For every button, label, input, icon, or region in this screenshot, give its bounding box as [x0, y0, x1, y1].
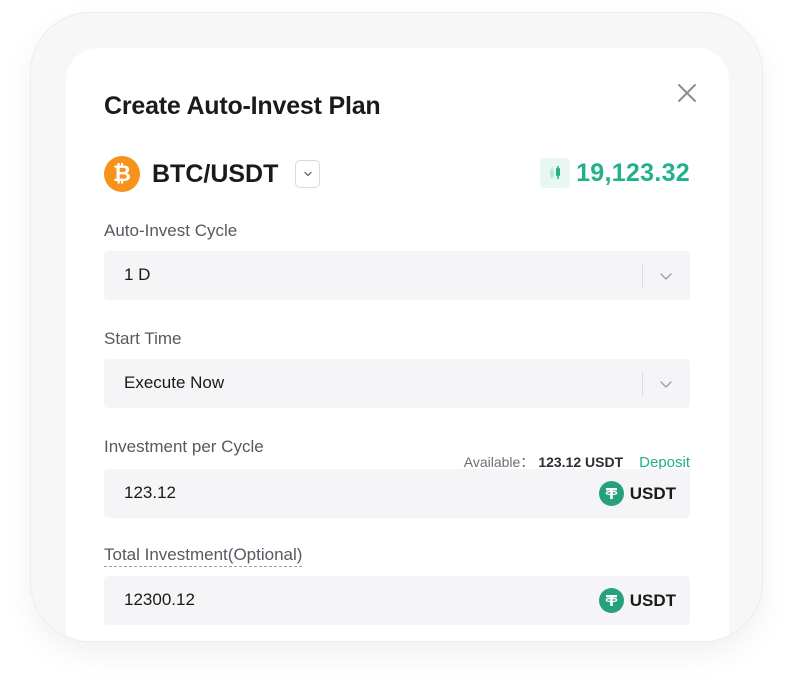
chevron-down-icon[interactable]: [658, 376, 674, 392]
price-display: 19,123.32: [540, 158, 690, 188]
start-time-label: Start Time: [104, 329, 182, 348]
total-investment-label-text: Total Investment(Optional): [104, 545, 303, 567]
pair-dropdown-button[interactable]: [295, 160, 320, 188]
auto-invest-modal: Create Auto-Invest Plan ₿ BTC/USDT 19,12…: [66, 48, 729, 641]
currency-unit: USDT: [598, 588, 676, 613]
cycle-label: Auto-Invest Cycle: [104, 221, 238, 240]
trading-pair-row: ₿ BTC/USDT 19,123.32: [104, 154, 690, 194]
total-investment-input[interactable]: 12300.12 USDT: [104, 576, 690, 625]
total-investment-value: 12300.12: [124, 590, 195, 609]
bitcoin-symbol: ₿: [113, 162, 131, 187]
currency-label: USDT: [629, 590, 676, 610]
field-divider: [642, 372, 643, 396]
investment-input[interactable]: 123.12 USDT: [104, 469, 690, 518]
close-icon[interactable]: [676, 82, 698, 104]
device-frame: Create Auto-Invest Plan ₿ BTC/USDT 19,12…: [30, 12, 763, 642]
tether-icon: [598, 588, 624, 613]
bitcoin-icon: ₿: [104, 156, 140, 192]
deposit-link[interactable]: Deposit: [639, 454, 690, 471]
total-investment-label: Total Investment(Optional): [104, 545, 303, 567]
chevron-down-icon: [303, 171, 312, 177]
candlestick-icon: [540, 158, 571, 188]
start-time-select[interactable]: Execute Now: [104, 359, 690, 408]
investment-label: Investment per Cycle: [104, 437, 264, 456]
available-amount: 123.12 USDT: [538, 454, 624, 470]
currency-label: USDT: [629, 483, 676, 503]
tether-icon: [598, 481, 624, 506]
modal-title: Create Auto-Invest Plan: [104, 92, 381, 120]
chevron-down-icon[interactable]: [658, 268, 674, 284]
pair-name: BTC/USDT: [152, 160, 279, 188]
start-time-value: Execute Now: [124, 373, 225, 392]
cycle-value: 1 D: [124, 265, 151, 284]
cycle-select[interactable]: 1 D: [104, 251, 690, 300]
field-divider: [642, 264, 643, 288]
investment-value: 123.12: [124, 483, 176, 502]
currency-unit: USDT: [598, 481, 676, 506]
current-price: 19,123.32: [576, 158, 690, 187]
